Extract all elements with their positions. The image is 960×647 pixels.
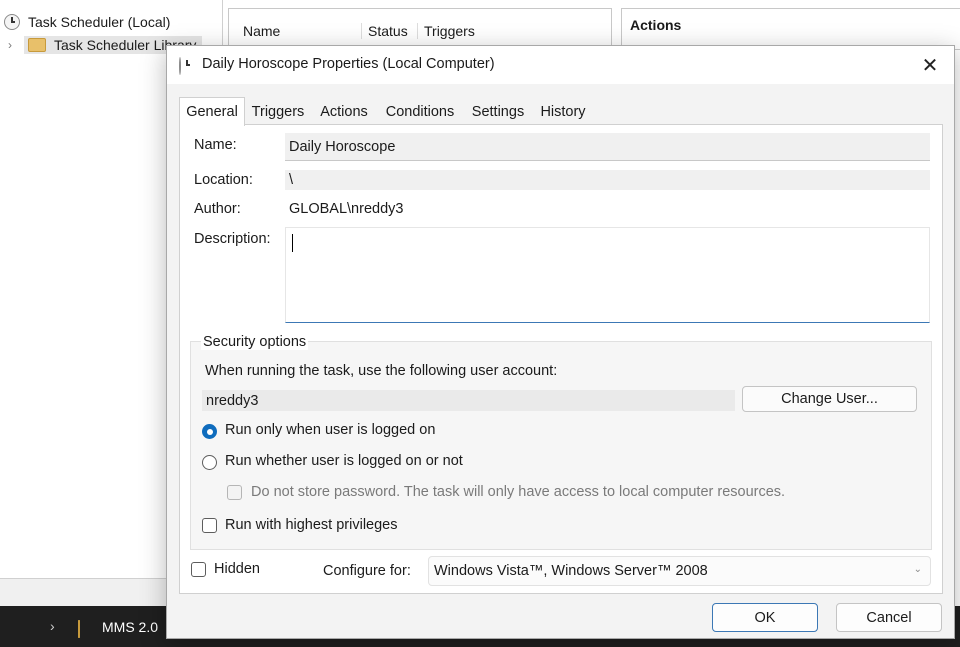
task-scheduler-icon <box>4 14 20 30</box>
highest-privileges-checkbox[interactable] <box>202 518 217 533</box>
tab-settings-label: Settings <box>471 104 525 120</box>
hidden-label[interactable]: Hidden <box>214 561 260 577</box>
location-field: \ <box>285 170 930 190</box>
configure-for-dropdown[interactable]: Windows Vista™, Windows Server™ 2008 ⌄ <box>428 556 931 586</box>
run-whether-label[interactable]: Run whether user is logged on or not <box>225 453 463 469</box>
tab-settings[interactable]: Settings <box>465 99 531 125</box>
folder-clock-icon <box>28 38 46 52</box>
column-header-triggers[interactable]: Triggers <box>417 23 475 39</box>
name-label: Name: <box>194 137 237 153</box>
tab-triggers[interactable]: Triggers <box>247 99 309 125</box>
actions-pane: Actions <box>621 8 960 50</box>
security-options-title: Security options <box>201 334 309 350</box>
dialog-title: Daily Horoscope Properties (Local Comput… <box>202 56 495 72</box>
change-user-button[interactable]: Change User... <box>742 386 917 412</box>
tab-conditions-label: Conditions <box>385 104 455 120</box>
hidden-checkbox[interactable] <box>191 562 206 577</box>
tree-item-root[interactable]: Task Scheduler (Local) <box>4 11 170 33</box>
tab-conditions[interactable]: Conditions <box>379 99 461 125</box>
user-account-field: nreddy3 <box>202 390 735 411</box>
tab-history-label: History <box>540 104 586 120</box>
do-not-store-password-label: Do not store password. The task will onl… <box>251 484 786 500</box>
configure-for-value: Windows Vista™, Windows Server™ 2008 <box>434 563 708 579</box>
do-not-store-password-checkbox[interactable] <box>227 485 242 500</box>
task-scheduler-icon <box>179 57 181 75</box>
chevron-right-icon[interactable]: › <box>50 618 55 634</box>
actions-pane-title: Actions <box>630 17 682 33</box>
task-list-pane: Name Status Triggers <box>228 8 612 50</box>
chevron-right-icon[interactable]: › <box>8 38 20 52</box>
location-label: Location: <box>194 172 253 188</box>
tree-item-root-label: Task Scheduler (Local) <box>28 14 171 30</box>
configure-for-label: Configure for: <box>323 563 411 579</box>
tab-triggers-label: Triggers <box>251 104 305 120</box>
tab-general[interactable]: General <box>179 97 245 126</box>
tab-actions[interactable]: Actions <box>313 99 375 125</box>
console-status-strip <box>0 578 170 607</box>
taskbar-item-label[interactable]: MMS 2.0 <box>102 619 158 635</box>
run-whether-radio[interactable] <box>202 455 217 470</box>
text-caret <box>292 234 293 252</box>
account-prompt: When running the task, use the following… <box>205 363 558 379</box>
column-header-status[interactable]: Status <box>361 23 408 39</box>
task-properties-dialog: Daily Horoscope Properties (Local Comput… <box>166 45 955 639</box>
author-value: GLOBAL\nreddy3 <box>289 201 404 217</box>
name-field[interactable]: Daily Horoscope <box>285 133 930 161</box>
cancel-button[interactable]: Cancel <box>836 603 942 632</box>
description-label: Description: <box>194 231 271 247</box>
folder-shortcut-icon <box>78 620 80 638</box>
chevron-down-icon: ⌄ <box>913 564 922 575</box>
highest-privileges-label[interactable]: Run with highest privileges <box>225 517 397 533</box>
dialog-titlebar[interactable]: Daily Horoscope Properties (Local Comput… <box>167 46 954 84</box>
ok-button[interactable]: OK <box>712 603 818 632</box>
run-logged-on-radio[interactable] <box>202 424 217 439</box>
close-button[interactable]: ✕ <box>912 50 948 80</box>
description-textarea[interactable] <box>285 227 930 323</box>
tab-general-label: General <box>186 104 238 120</box>
tab-actions-label: Actions <box>320 104 368 120</box>
run-logged-on-label[interactable]: Run only when user is logged on <box>225 422 435 438</box>
close-icon: ✕ <box>921 54 939 77</box>
tab-history[interactable]: History <box>533 99 593 125</box>
author-label: Author: <box>194 201 241 217</box>
column-header-name[interactable]: Name <box>243 23 280 39</box>
